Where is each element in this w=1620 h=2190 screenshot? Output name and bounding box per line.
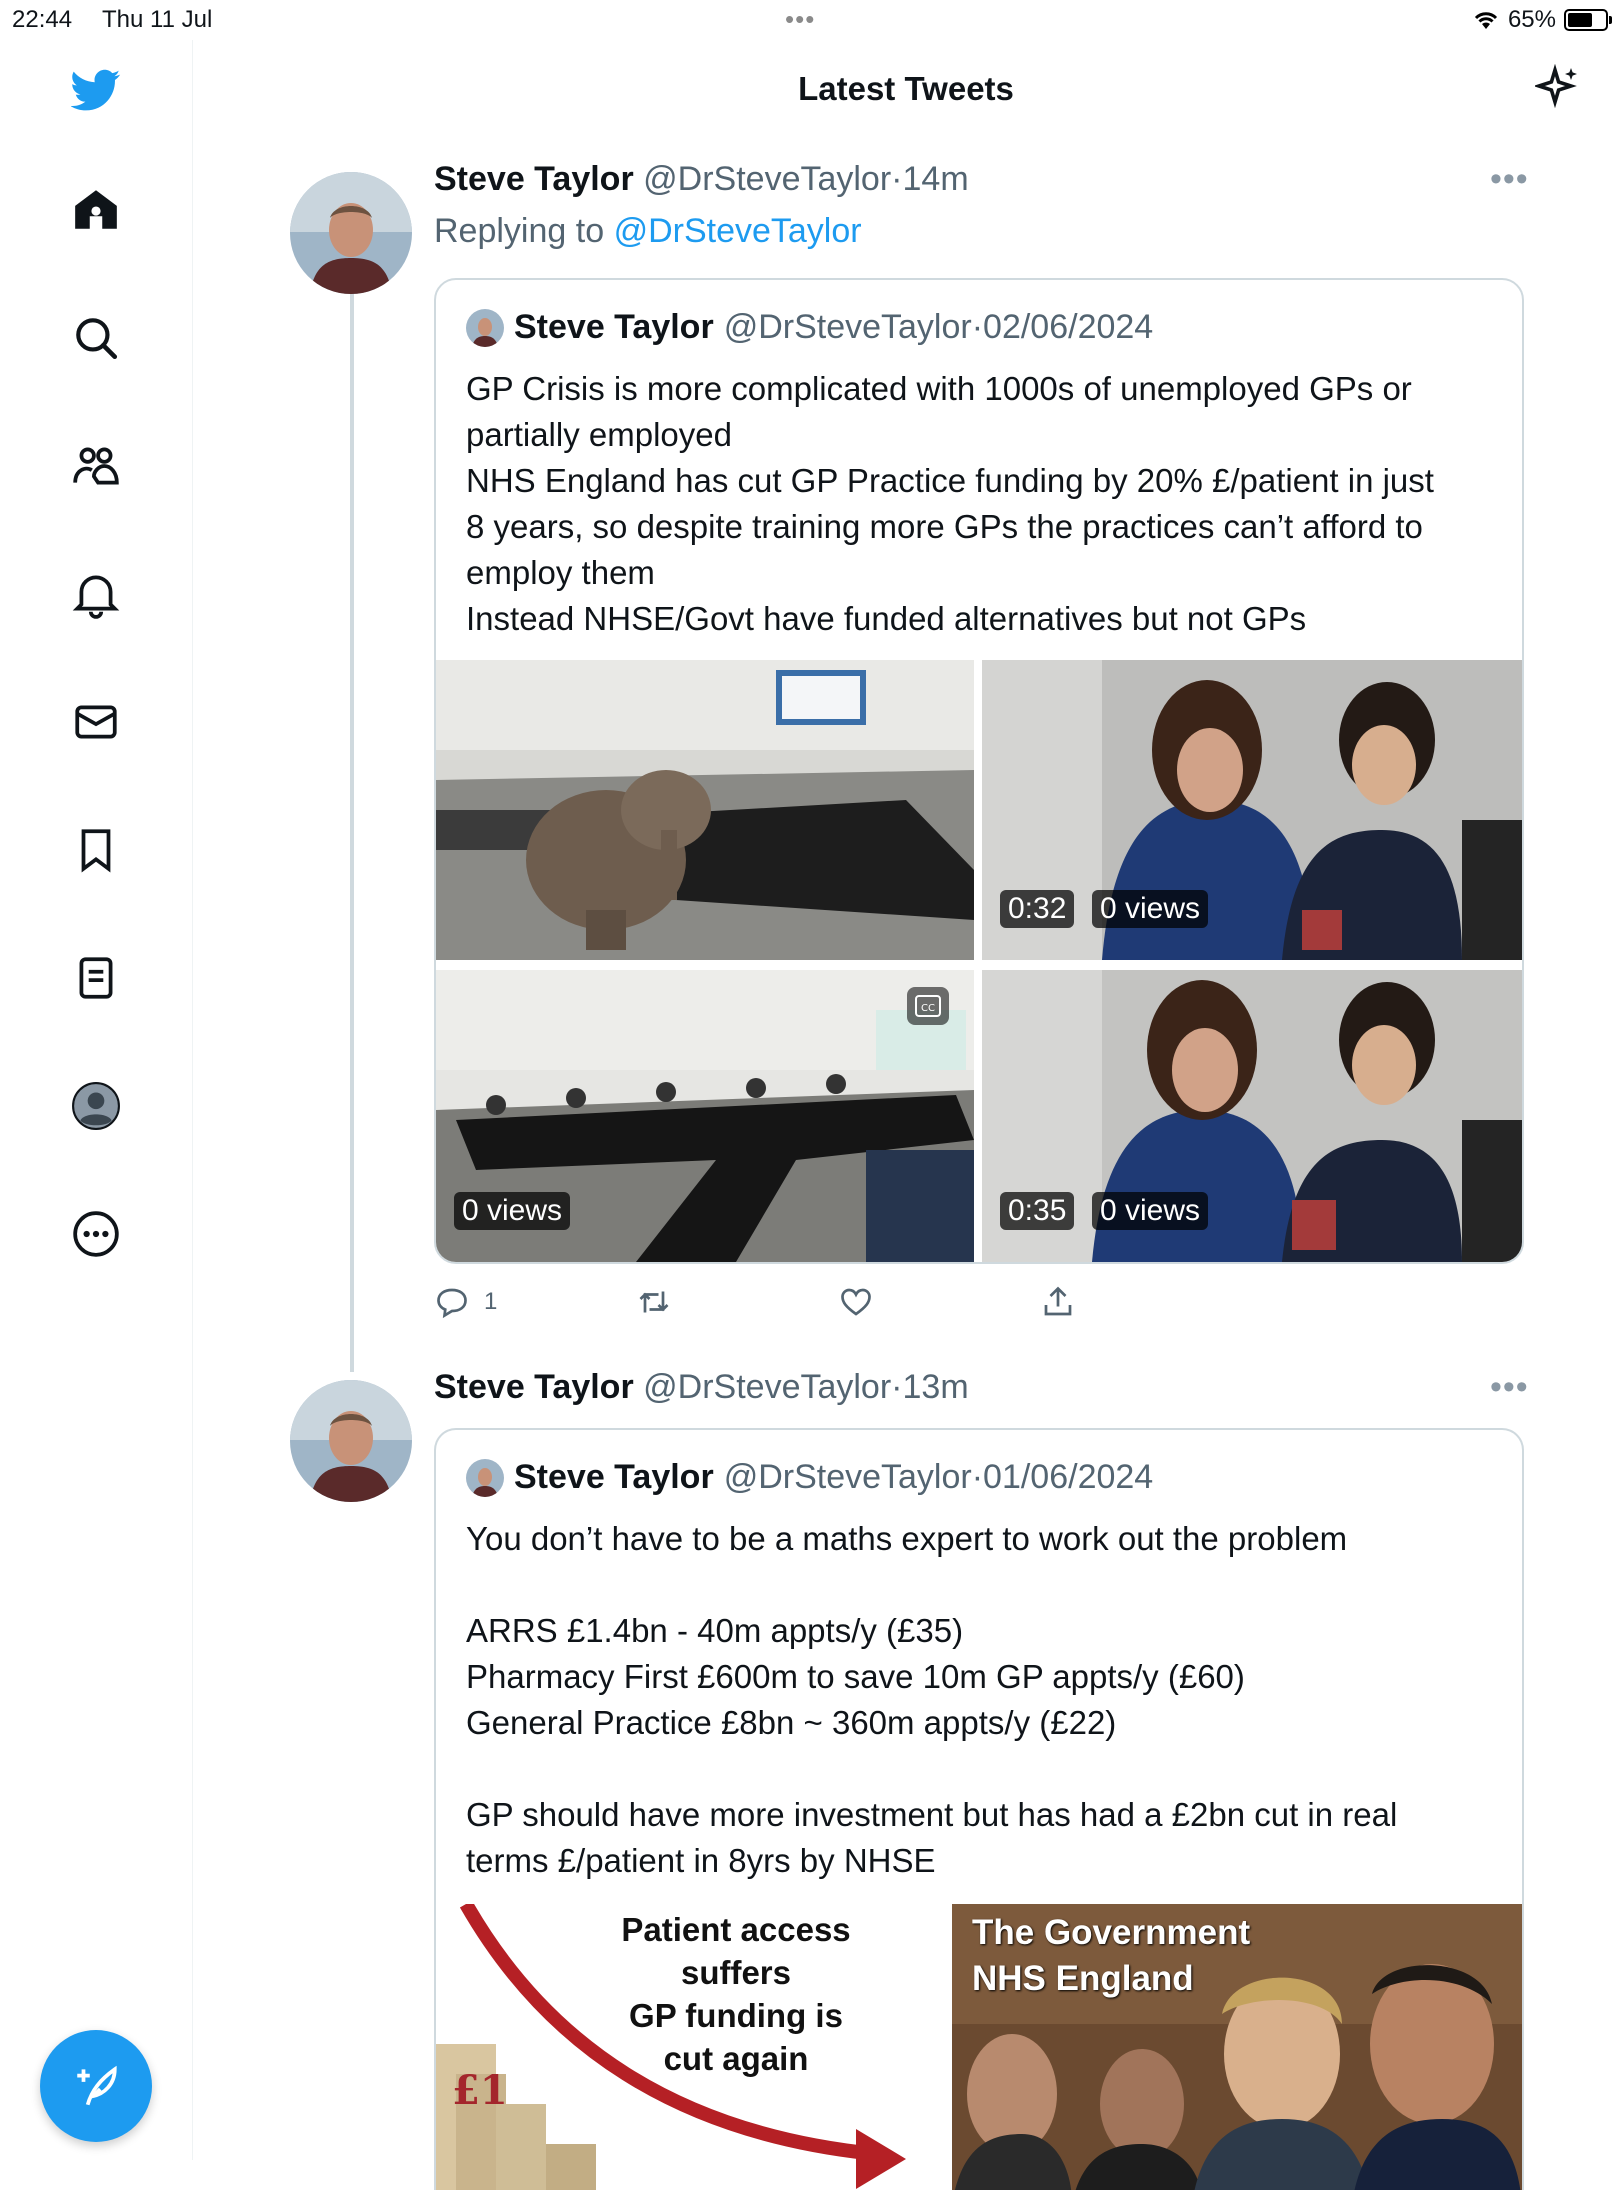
quote-avatar: [466, 1458, 504, 1497]
quote-author-name: Steve Taylor: [514, 1458, 714, 1496]
quote-avatar: [466, 308, 504, 347]
text-line: Pharmacy First £600m to save 10m GP appt…: [466, 1658, 1245, 1695]
text-line-blank: [466, 1562, 1496, 1608]
tweet-header: Steve Taylor @DrSteveTaylor·14m: [434, 160, 969, 199]
video-views-badge: 0 views: [1092, 890, 1209, 928]
text-line: GP Crisis is more complicated with 1000s…: [466, 370, 1412, 407]
video-views-badge: 0 views: [1092, 1192, 1209, 1230]
video-duration-badge: 0:35: [1000, 1192, 1075, 1230]
sidebar: [0, 40, 193, 2160]
quoted-tweet[interactable]: Steve Taylor @DrSteveTaylor·02/06/2024 G…: [434, 278, 1524, 1264]
replying-to: Replying to @DrSteveTaylor: [434, 212, 862, 251]
text-line: ARRS £1.4bn - 40m appts/y (£35): [466, 1612, 964, 1649]
like-button[interactable]: [838, 1284, 874, 1320]
avatar[interactable]: [290, 1380, 412, 1502]
battery-icon: [1564, 9, 1612, 31]
text-line: GP should have more investment but has h…: [466, 1796, 1398, 1833]
messages-envelope-icon[interactable]: [60, 686, 132, 758]
communities-icon[interactable]: [60, 430, 132, 502]
replying-handle-link[interactable]: @DrSteveTaylor: [614, 212, 862, 250]
tweet-time[interactable]: 13m: [903, 1368, 969, 1406]
author-name[interactable]: Steve Taylor: [434, 160, 634, 198]
replying-prefix: Replying to: [434, 212, 605, 250]
video-views-badge: 0 views: [454, 1192, 571, 1230]
quote-text: GP Crisis is more complicated with 1000s…: [466, 366, 1496, 642]
quote-author-handle: @DrSteveTaylor·01/06/2024: [723, 1458, 1154, 1496]
image-overlay-text: The Government NHS England: [972, 1913, 1251, 1998]
text-line: You don’t have to be a maths expert to w…: [466, 1520, 1348, 1557]
twitter-logo-icon[interactable]: [60, 54, 132, 126]
share-button[interactable]: [1040, 1284, 1076, 1320]
media-image-meeting-elephant[interactable]: [436, 660, 974, 960]
separator-dot: ·: [891, 160, 903, 198]
media-image-government[interactable]: The Government NHS England: [952, 1904, 1522, 2190]
reply-icon: [437, 1288, 467, 1319]
profile-avatar-icon[interactable]: [60, 1070, 132, 1142]
feather-plus-icon: [77, 2065, 117, 2106]
svg-text:CC: CC: [921, 1003, 935, 1014]
quote-header: Steve Taylor @DrSteveTaylor·01/06/2024: [466, 1458, 1153, 1497]
text-line: 8 years, so despite training more GPs th…: [466, 508, 1423, 545]
tweet-more-icon[interactable]: •••: [1490, 160, 1529, 199]
author-name[interactable]: Steve Taylor: [434, 1368, 634, 1406]
quote-text: You don’t have to be a maths expert to w…: [466, 1516, 1496, 1884]
tweet-header: Steve Taylor @DrSteveTaylor·13m: [434, 1368, 969, 1407]
tweet-more-icon[interactable]: •••: [1490, 1368, 1529, 1407]
reply-count: 1: [484, 1288, 498, 1315]
text-line: Instead NHSE/Govt have funded alternativ…: [466, 600, 1307, 637]
tweet-card[interactable]: Steve Taylor @DrSteveTaylor·13m ••• Stev…: [192, 1368, 1620, 2190]
more-options-icon[interactable]: [60, 1198, 132, 1270]
media-video-1[interactable]: 0:32 0 views: [982, 660, 1522, 960]
separator-dot: ·: [891, 1368, 903, 1406]
compose-tweet-button[interactable]: [40, 2030, 152, 2142]
status-time: 22:44: [12, 6, 73, 33]
quote-author-name: Steve Taylor: [514, 308, 714, 346]
text-line: General Practice £8bn ~ 360m appts/y (£2…: [466, 1704, 1117, 1741]
heart-icon: [841, 1288, 871, 1316]
captions-icon[interactable]: CC: [906, 986, 950, 1026]
author-handle[interactable]: @DrSteveTaylor: [643, 160, 891, 198]
media-video-3[interactable]: 0:35 0 views: [982, 970, 1522, 1262]
search-icon[interactable]: [60, 302, 132, 374]
sparkle-timeline-icon[interactable]: [1535, 64, 1583, 112]
status-right: 65%: [1472, 6, 1612, 34]
text-line: employ them: [466, 554, 655, 591]
home-icon[interactable]: [60, 174, 132, 246]
quote-author-handle: @DrSteveTaylor·02/06/2024: [723, 308, 1154, 346]
status-date: Thu 11 Jul: [102, 6, 213, 33]
tweet-card[interactable]: Steve Taylor @DrSteveTaylor·14m ••• Repl…: [192, 160, 1620, 1380]
multitasking-dots-icon[interactable]: •••: [785, 4, 815, 35]
page-title: Latest Tweets: [798, 70, 1014, 107]
quoted-tweet[interactable]: Steve Taylor @DrSteveTaylor·01/06/2024 Y…: [434, 1428, 1524, 2190]
quote-header: Steve Taylor @DrSteveTaylor·02/06/2024: [466, 308, 1153, 347]
wifi-icon: [1474, 12, 1498, 29]
text-line: terms £/patient in 8yrs by NHSE: [466, 1842, 936, 1879]
retweet-button[interactable]: [636, 1284, 672, 1320]
media-image-funding-cut[interactable]: £1 Patient access suffers GP funding is …: [436, 1904, 952, 2190]
media-video-2[interactable]: 0 views CC: [436, 970, 974, 1262]
status-bar: 22:44 Thu 11 Jul ••• 65%: [0, 0, 1620, 40]
share-icon: [1044, 1286, 1072, 1316]
lists-icon[interactable]: [60, 942, 132, 1014]
text-line-blank: [466, 1746, 1496, 1792]
text-line: NHS England has cut GP Practice funding …: [466, 462, 1434, 499]
retweet-icon: [639, 1291, 669, 1313]
tweet-time[interactable]: 14m: [903, 160, 969, 198]
thread-line: [350, 292, 354, 1372]
author-handle[interactable]: @DrSteveTaylor: [643, 1368, 891, 1406]
notifications-bell-icon[interactable]: [60, 558, 132, 630]
text-line: partially employed: [466, 416, 732, 453]
image-caption: Patient access suffers GP funding is cut…: [621, 1911, 851, 2077]
reply-button[interactable]: 1: [434, 1284, 497, 1320]
battery-percent: 65%: [1507, 6, 1556, 33]
svg-text:£1: £1: [452, 2067, 508, 2114]
video-duration-badge: 0:32: [1000, 890, 1075, 928]
avatar[interactable]: [290, 172, 412, 294]
bookmark-icon[interactable]: [60, 814, 132, 886]
